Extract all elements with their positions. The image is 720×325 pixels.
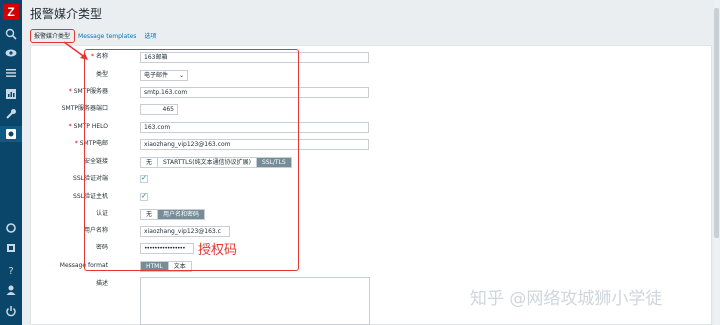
annotation-arrow-icon (63, 41, 88, 60)
scrollbar-thumb[interactable] (714, 8, 719, 238)
form-highlight-box (84, 49, 299, 271)
search-icon[interactable] (5, 28, 17, 40)
zabbix-logo[interactable]: Z (3, 4, 19, 20)
description-label: 描述 (95, 280, 108, 287)
scrollbar[interactable] (714, 0, 719, 325)
tab-options[interactable]: 选项 (140, 31, 160, 43)
page-title: 报警媒介类型 (30, 7, 103, 21)
description-textarea[interactable] (140, 277, 370, 325)
power-icon[interactable] (5, 305, 17, 317)
watermark: 知乎 @网络攻城狮小学徒 (470, 289, 663, 309)
